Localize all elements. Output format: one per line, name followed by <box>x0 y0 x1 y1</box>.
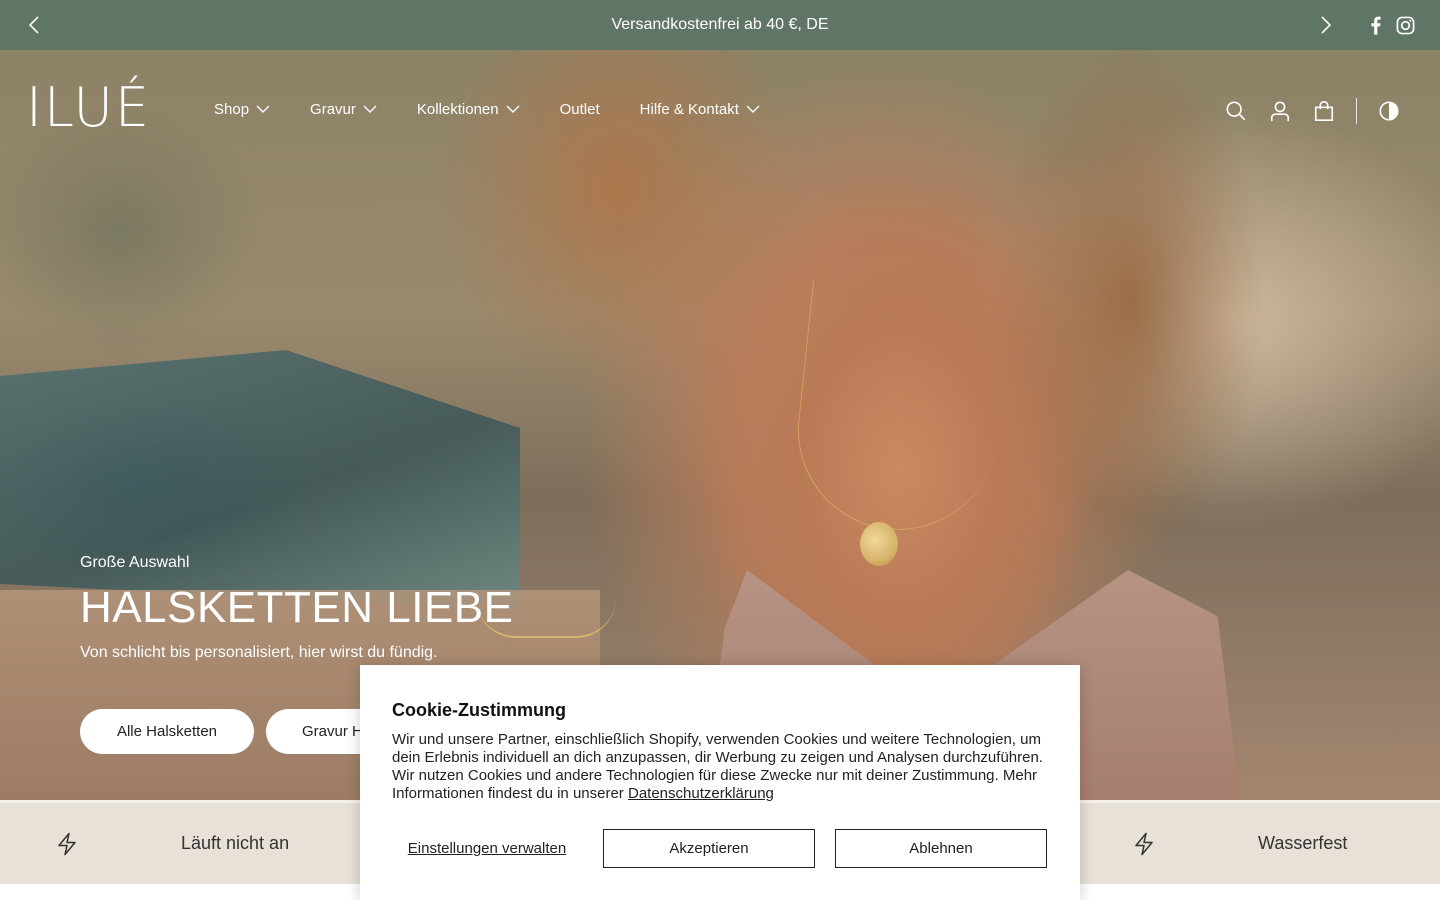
nav-item-hilfe-kontakt[interactable]: Hilfe & Kontakt <box>640 98 760 120</box>
usp-label: Läuft nicht an <box>181 833 290 853</box>
chevron-down-icon <box>256 105 270 113</box>
header-divider <box>1356 98 1357 124</box>
hero-bg-pendant <box>860 522 898 566</box>
nav-item-kollektionen[interactable]: Kollektionen <box>417 98 520 120</box>
facebook-icon[interactable] <box>1364 14 1386 36</box>
manage-settings-button[interactable]: Einstellungen verwalten <box>392 829 582 868</box>
nav-item-label: Shop <box>214 100 250 118</box>
header-icons <box>1224 98 1421 124</box>
cookie-consent-dialog: Cookie-Zustimmung Wir und unsere Partner… <box>360 665 1080 900</box>
chevron-down-icon <box>506 105 520 113</box>
cookie-actions: Einstellungen verwalten Akzeptieren Able… <box>392 829 1048 868</box>
chevron-down-icon <box>363 105 377 113</box>
site-header: ILUÉ Shop Gravur Kollektionen Outlet Hil… <box>0 50 1440 170</box>
hero-title: HALSKETTEN LIEBE <box>80 583 514 632</box>
bolt-icon <box>58 832 76 855</box>
cookie-text: Wir und unsere Partner, einschließlich S… <box>392 731 1052 803</box>
accept-button[interactable]: Akzeptieren <box>603 829 815 868</box>
contrast-icon[interactable] <box>1377 99 1401 123</box>
nav-item-gravur[interactable]: Gravur <box>310 98 377 120</box>
nav-item-outlet[interactable]: Outlet <box>560 98 600 120</box>
announcement-message: Versandkostenfrei ab 40 €, DE <box>611 16 829 33</box>
cookie-title: Cookie-Zustimmung <box>392 700 566 720</box>
usp-item: Läuft nicht an <box>56 803 289 884</box>
privacy-policy-link[interactable]: Datenschutzerklärung <box>628 785 774 802</box>
search-icon[interactable] <box>1224 99 1248 123</box>
logo[interactable]: ILUÉ <box>26 76 151 140</box>
usp-label: Wasserfest <box>1258 833 1348 853</box>
decline-button[interactable]: Ablehnen <box>835 829 1047 868</box>
chevron-right-icon[interactable] <box>1314 13 1338 37</box>
main-nav: Shop Gravur Kollektionen Outlet Hilfe & … <box>214 98 800 120</box>
chevron-down-icon <box>746 105 760 113</box>
nav-item-shop[interactable]: Shop <box>214 98 270 120</box>
hero-content: Große Auswahl HALSKETTEN LIEBE Von schli… <box>80 552 513 664</box>
announcement-bar: Versandkostenfrei ab 40 €, DE <box>0 0 1440 50</box>
nav-item-label: Outlet <box>559 100 600 118</box>
hero-eyebrow: Große Auswahl <box>80 554 190 571</box>
usp-item: Wasserfest <box>1133 803 1347 884</box>
nav-item-label: Gravur <box>310 100 356 118</box>
nav-item-label: Hilfe & Kontakt <box>639 100 739 118</box>
all-necklaces-button[interactable]: Alle Halsketten <box>80 709 254 754</box>
nav-item-label: Kollektionen <box>416 100 499 118</box>
bolt-icon <box>1135 832 1153 855</box>
cart-icon[interactable] <box>1312 99 1336 123</box>
instagram-icon[interactable] <box>1394 14 1416 36</box>
account-icon[interactable] <box>1268 99 1292 123</box>
hero-subtitle: Von schlicht bis personalisiert, hier wi… <box>80 644 438 661</box>
